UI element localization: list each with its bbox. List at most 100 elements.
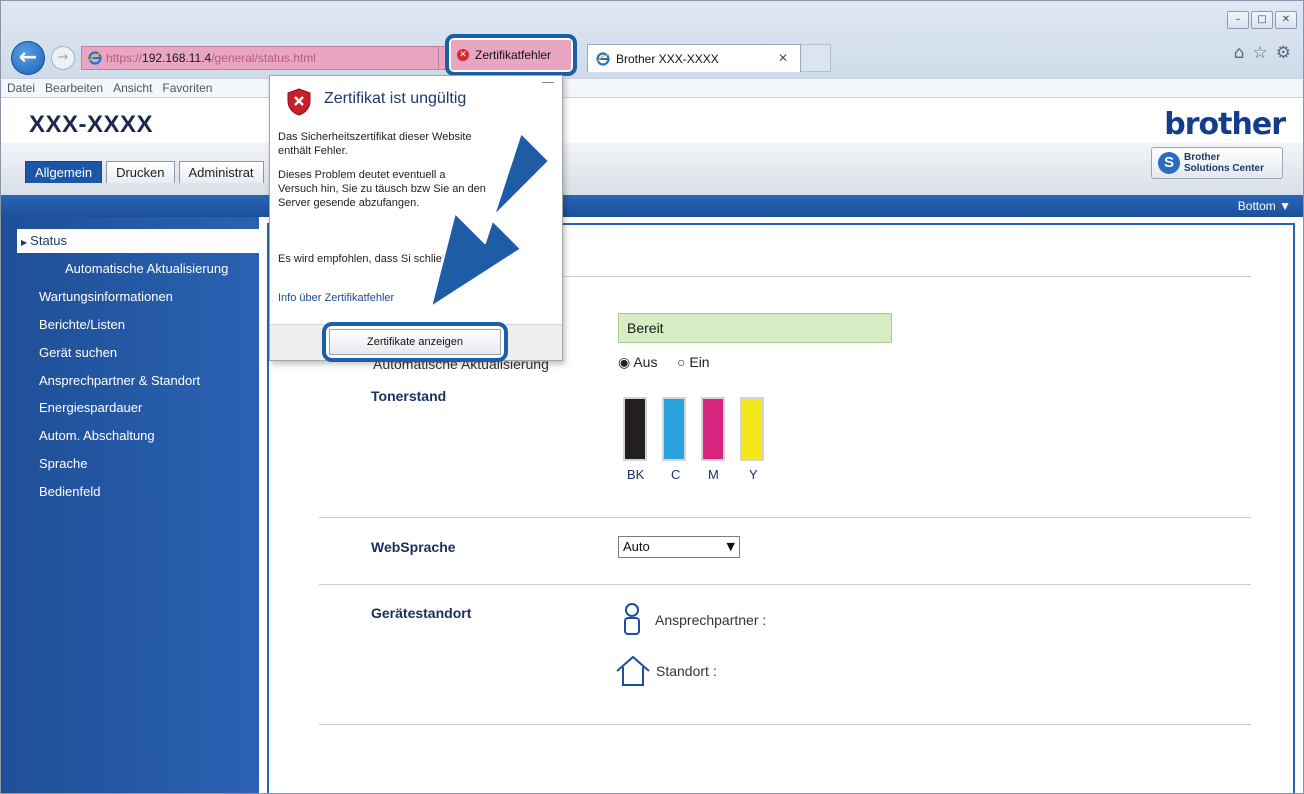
divider xyxy=(319,584,1251,585)
toner-y xyxy=(740,397,764,461)
bottom-link[interactable]: Bottom ▼ xyxy=(1238,199,1291,213)
websprache-label: WebSprache xyxy=(371,539,456,555)
toner-bk xyxy=(623,397,647,461)
error-icon: ✕ xyxy=(457,49,469,61)
radio-aus-label: Aus xyxy=(633,354,658,370)
toner-label-bk: BK xyxy=(627,467,645,482)
toner-c-fill xyxy=(664,399,684,459)
page-header: XXX-XXXX brother S Brother Solutions Cen… xyxy=(1,99,1303,195)
certificate-error-info-link[interactable]: Info über Zertifikatfehler xyxy=(278,292,394,304)
sidebar-item-language[interactable]: Sprache xyxy=(39,456,87,471)
divider xyxy=(319,517,1251,518)
tab-title: Brother XXX-XXXX xyxy=(616,51,719,66)
nav-strip: Bottom ▼ xyxy=(1,195,1303,217)
back-arrow-icon[interactable]: ← xyxy=(11,41,45,75)
view-certificates-button[interactable]: Zertifikate anzeigen xyxy=(329,329,501,355)
sidebar-item-control-panel[interactable]: Bedienfeld xyxy=(39,484,100,499)
tab-administrator[interactable]: Administrat xyxy=(178,161,264,183)
websprache-select[interactable]: Auto ▼ xyxy=(618,536,740,558)
divider xyxy=(561,276,1251,277)
tab-allgemein[interactable]: Allgemein xyxy=(25,161,103,183)
divider xyxy=(319,724,1251,725)
toner-label-c: C xyxy=(671,467,681,482)
toner-c xyxy=(662,397,686,461)
popup-paragraph-2: Dieses Problem deutet eventuell a Versuc… xyxy=(278,169,486,209)
toner-bk-fill xyxy=(625,399,645,459)
popup-title: Zertifikat ist ungültig xyxy=(324,90,467,107)
sidebar-item-label: Status xyxy=(30,233,68,248)
toner-heading: Tonerstand xyxy=(371,388,447,404)
toner-y-fill xyxy=(742,399,762,459)
browser-tab[interactable]: Brother XXX-XXXX ✕ xyxy=(587,44,801,72)
sidebar-item-sleep-time[interactable]: Energiespardauer xyxy=(39,400,142,415)
forward-arrow-icon[interactable]: → xyxy=(51,46,75,70)
person-icon xyxy=(624,603,640,635)
tab-drucken[interactable]: Drucken xyxy=(106,161,175,183)
solutions-line2: Solutions Center xyxy=(1184,163,1265,174)
view-certificates-highlight: Zertifikate anzeigen xyxy=(322,322,508,362)
popup-corner-mark xyxy=(542,82,554,88)
solutions-logo-icon: S xyxy=(1158,152,1180,174)
menu-bar: Datei Bearbeiten Ansicht Favoriten xyxy=(1,78,1303,98)
sidebar-item-maintenance[interactable]: Wartungsinformationen xyxy=(39,289,173,304)
url-host: 192.168.11.4 xyxy=(142,51,212,65)
sidebar-item-contact-location[interactable]: Ansprechpartner & Standort xyxy=(39,373,200,388)
location-field-label: Standort : xyxy=(656,663,717,679)
close-tab-icon[interactable]: ✕ xyxy=(778,51,788,65)
chevron-down-icon: ▼ xyxy=(726,540,735,553)
settings-gear-icon[interactable]: ⚙ xyxy=(1276,43,1291,63)
main-tabs: Allgemein Drucken Administrat xyxy=(25,161,264,183)
radio-unselected-icon: ○ xyxy=(677,354,686,370)
url-protocol: https:// xyxy=(106,51,143,65)
toner-label-m: M xyxy=(708,467,719,482)
brother-logo: brother xyxy=(1164,107,1286,142)
sidebar-item-status[interactable]: ▶ Status xyxy=(17,229,259,253)
sidebar: ▶ Status Automatische Aktualisierung Wart… xyxy=(1,217,259,793)
close-button[interactable]: ✕ xyxy=(1275,11,1297,29)
toner-label-y: Y xyxy=(749,467,758,482)
sidebar-item-reports[interactable]: Berichte/Listen xyxy=(39,317,125,332)
sidebar-item-auto-off[interactable]: Autom. Abschaltung xyxy=(39,428,155,443)
radio-selected-icon: ◉ xyxy=(618,354,631,370)
window-controls: – □ ✕ xyxy=(1227,11,1297,29)
toolbar-icons: ⌂ ☆ ⚙ xyxy=(1234,43,1291,63)
websprache-value: Auto xyxy=(623,539,650,554)
radio-aus[interactable]: ◉ Aus xyxy=(618,354,657,371)
ie-logo-icon xyxy=(596,51,610,66)
menu-item-bearbeiten[interactable]: Bearbeiten xyxy=(45,81,103,95)
menu-item-datei[interactable]: Datei xyxy=(7,81,35,95)
certificate-error-popup: Zertifikat ist ungültig Das Sicherheitsz… xyxy=(269,75,563,362)
menu-item-favoriten[interactable]: Favoriten xyxy=(162,81,212,95)
solutions-line1: Brother xyxy=(1184,152,1221,163)
toner-m-fill xyxy=(703,399,723,459)
home-icon[interactable]: ⌂ xyxy=(1234,43,1245,63)
radio-ein-label: Ein xyxy=(689,354,710,370)
contact-label: Ansprechpartner : xyxy=(655,612,767,628)
new-tab-button[interactable] xyxy=(801,44,831,72)
popup-paragraph-3: Es wird empfohlen, dass Si schließen. xyxy=(278,253,464,265)
ie-logo-icon xyxy=(88,51,102,65)
favorites-star-icon[interactable]: ☆ xyxy=(1253,43,1268,63)
status-value: Bereit xyxy=(618,313,892,343)
address-bar[interactable]: https:// 192.168.11.4 /general/status.ht… xyxy=(81,46,439,70)
sidebar-item-find-device[interactable]: Gerät suchen xyxy=(39,345,117,360)
sidebar-item-auto-update[interactable]: Automatische Aktualisierung xyxy=(65,261,228,276)
location-heading: Gerätestandort xyxy=(371,605,472,621)
maximize-button[interactable]: □ xyxy=(1251,11,1273,29)
solutions-center-button[interactable]: S Brother Solutions Center xyxy=(1151,147,1283,179)
certificate-error-button[interactable]: ✕ Zertifikatfehler xyxy=(445,34,577,76)
solutions-text: Brother Solutions Center xyxy=(1184,152,1264,174)
menu-item-ansicht[interactable]: Ansicht xyxy=(113,81,152,95)
popup-paragraph-1: Das Sicherheitszertifikat dieser Website… xyxy=(278,131,472,157)
browser-chrome: – □ ✕ ← → https:// 192.168.11.4 /general… xyxy=(1,1,1303,79)
toner-m xyxy=(701,397,725,461)
triangle-right-icon: ▶ xyxy=(21,238,28,247)
model-name: XXX-XXXX xyxy=(29,111,154,138)
house-icon xyxy=(616,655,650,686)
radio-ein[interactable]: ○ Ein xyxy=(677,354,710,370)
shield-error-icon xyxy=(287,88,311,116)
browser-window: – □ ✕ ← → https:// 192.168.11.4 /general… xyxy=(0,0,1304,794)
minimize-button[interactable]: – xyxy=(1227,11,1249,29)
url-path: /general/status.html xyxy=(211,51,316,65)
certificate-error-label: Zertifikatfehler xyxy=(475,48,552,62)
